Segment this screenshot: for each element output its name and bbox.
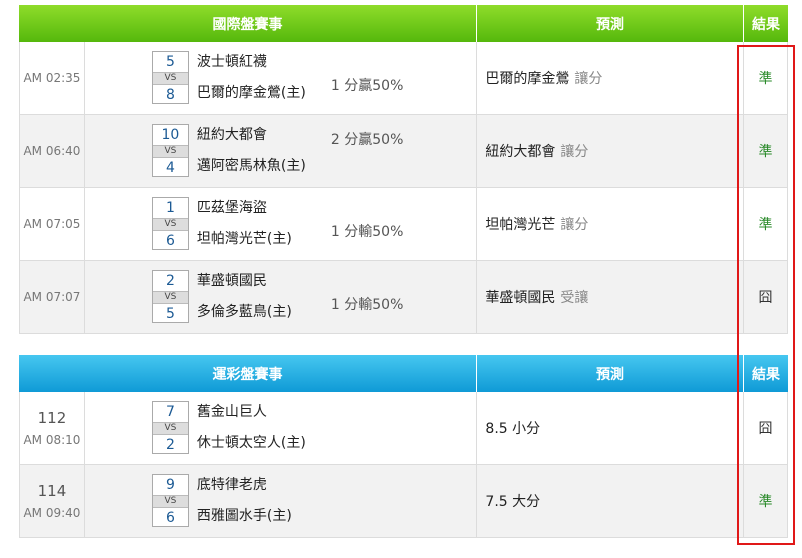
international-header: 國際盤賽事 預測 結果 <box>19 5 788 42</box>
away-score: 7 <box>165 404 175 420</box>
prediction-cell: 8.5 小分 <box>477 392 745 465</box>
home-team: 坦帕灣光芒(主) <box>196 231 292 247</box>
away-score: 10 <box>161 127 180 143</box>
vs-label: VS <box>152 495 188 508</box>
lottery-title: 運彩盤賽事 <box>19 355 477 392</box>
vs-label: VS <box>152 72 188 85</box>
game-time: AM 07:07 <box>23 290 81 304</box>
vs-label: VS <box>152 145 188 158</box>
game-row: 114 AM 09:40 9 VS 6 底特律老虎 西雅圖水手(主) 7.5 大分準 <box>19 465 788 538</box>
home-score: 8 <box>165 87 175 103</box>
game-row: AM 07:05 1 VS 6 匹茲堡海盜 坦帕灣光芒(主) 1 分輸50% 坦帕灣光芒 讓分準 <box>19 188 788 261</box>
matchup-cell: 9 VS 6 底特律老虎西雅圖水手(主) <box>84 465 478 538</box>
home-team: 巴爾的摩金鶯(主) <box>196 85 306 101</box>
home-score: 6 <box>165 233 175 249</box>
game-time: AM 02:35 <box>23 71 81 85</box>
away-team: 波士頓紅襪 <box>196 54 267 70</box>
score-box: 7 VS 2 <box>151 401 189 454</box>
home-team: 多倫多藍鳥(主) <box>196 304 292 320</box>
score-box: 10 VS 4 <box>151 124 189 177</box>
score-box: 9 VS 6 <box>151 474 189 527</box>
away-team: 舊金山巨人 <box>196 404 267 420</box>
game-row: AM 06:40 10 VS 4 紐約大都會 邁阿密馬林魚(主) 2 分贏50% 紐約大都會讓… <box>19 115 788 188</box>
international-title: 國際盤賽事 <box>19 5 477 42</box>
prediction-cell: 紐約大都會 讓分 <box>477 115 745 188</box>
game-time-cell: AM 02:35 <box>20 42 85 115</box>
lottery-header: 運彩盤賽事 預測 結果 <box>19 355 788 392</box>
prediction-cell: 巴爾的摩金鶯 讓分 <box>477 42 745 115</box>
result-column-highlight <box>737 45 795 545</box>
international-result-header: 結果 <box>752 16 780 33</box>
prediction-type: 讓分 <box>560 144 589 160</box>
game-time: AM 06:40 <box>23 144 81 158</box>
prediction-pick: 華盛頓國民 <box>485 290 556 306</box>
game-time-cell: AM 07:05 <box>20 188 85 261</box>
prediction-type: 讓分 <box>574 71 603 87</box>
away-team: 紐約大都會 <box>196 127 267 143</box>
game-number: 114 <box>37 482 67 500</box>
prediction-pick: 坦帕灣光芒 <box>485 217 556 233</box>
prediction-cell: 7.5 大分 <box>477 465 745 538</box>
away-team: 底特律老虎 <box>196 477 267 493</box>
international-rows: AM 02:35 5 VS 8 波士頓紅襪 巴爾的摩金鶯(主) 1 分贏50% 巴爾的摩金鶯讓… <box>19 42 788 334</box>
handicap-result: 1 分輸50% <box>330 224 404 240</box>
game-time: AM 09:40 <box>23 506 81 520</box>
away-score: 9 <box>165 477 175 493</box>
handicap-result: 1 分輸50% <box>330 297 404 313</box>
matchup-cell: 7 VS 2 舊金山巨人休士頓太空人(主) <box>84 392 478 465</box>
score-box: 2 VS 5 <box>151 270 189 323</box>
lottery-prediction-header: 預測 <box>477 355 744 392</box>
home-score: 2 <box>165 437 175 453</box>
away-score: 5 <box>165 54 175 70</box>
home-score: 6 <box>165 510 175 526</box>
matchup-cell: 2 VS 5 華盛頓國民多倫多藍鳥(主) 1 分輸50% <box>84 261 478 334</box>
handicap-result: 2 分贏50% <box>330 132 404 148</box>
prediction-cell: 華盛頓國民 受讓 <box>477 261 745 334</box>
home-score: 5 <box>165 306 175 322</box>
game-time-cell: AM 07:07 <box>20 261 85 334</box>
matchup-cell: 5 VS 8 波士頓紅襪巴爾的摩金鶯(主) 1 分贏50% <box>84 42 478 115</box>
prediction-type: 受讓 <box>560 290 589 306</box>
game-time: AM 07:05 <box>23 217 81 231</box>
international-prediction-header: 預測 <box>477 5 744 42</box>
score-box: 5 VS 8 <box>151 51 189 104</box>
prediction-pick: 8.5 小分 <box>485 421 541 437</box>
prediction-cell: 坦帕灣光芒 讓分 <box>477 188 745 261</box>
prediction-pick: 巴爾的摩金鶯 <box>485 71 570 87</box>
away-team: 華盛頓國民 <box>196 273 267 289</box>
matchup-cell: 10 VS 4 紐約大都會邁阿密馬林魚(主) 2 分贏50% <box>84 115 478 188</box>
vs-label: VS <box>152 218 188 231</box>
international-games-table: 國際盤賽事 預測 結果 AM 02:35 5 VS 8 波士頓紅襪巴爾的摩金鶯(主) 1 … <box>19 5 788 334</box>
home-team: 西雅圖水手(主) <box>196 508 292 524</box>
vs-label: VS <box>152 422 188 435</box>
game-time-cell: 114 AM 09:40 <box>20 465 85 538</box>
game-time-cell: AM 06:40 <box>20 115 85 188</box>
prediction-pick: 7.5 大分 <box>485 494 541 510</box>
game-time: AM 08:10 <box>23 433 81 447</box>
game-time-cell: 112 AM 08:10 <box>20 392 85 465</box>
home-team: 休士頓太空人(主) <box>196 435 306 451</box>
lottery-rows: 112 AM 08:10 7 VS 2 舊金山巨人 休士頓太空人(主) 8.5 小分囧 114 A… <box>19 392 788 538</box>
game-number: 112 <box>37 409 67 427</box>
game-row: AM 07:07 2 VS 5 華盛頓國民 多倫多藍鳥(主) 1 分輸50% 華盛頓國民 受讓囧 <box>19 261 788 334</box>
prediction-type: 讓分 <box>560 217 589 233</box>
home-score: 4 <box>165 160 175 176</box>
prediction-pick: 紐約大都會 <box>485 144 556 160</box>
home-team: 邁阿密馬林魚(主) <box>196 158 306 174</box>
away-score: 1 <box>165 200 175 216</box>
game-row: AM 02:35 5 VS 8 波士頓紅襪巴爾的摩金鶯(主) 1 分贏50% 巴爾的摩金鶯讓… <box>19 42 788 115</box>
matchup-cell: 1 VS 6 匹茲堡海盜坦帕灣光芒(主) 1 分輸50% <box>84 188 478 261</box>
game-row: 112 AM 08:10 7 VS 2 舊金山巨人 休士頓太空人(主) 8.5 小分囧 <box>19 392 788 465</box>
away-team: 匹茲堡海盜 <box>196 200 267 216</box>
vs-label: VS <box>152 291 188 304</box>
score-box: 1 VS 6 <box>151 197 189 250</box>
lottery-games-table: 運彩盤賽事 預測 結果 112 AM 08:10 7 VS 2 舊金山巨人休士頓太空人(主… <box>19 355 788 538</box>
away-score: 2 <box>165 273 175 289</box>
handicap-result: 1 分贏50% <box>330 78 404 94</box>
